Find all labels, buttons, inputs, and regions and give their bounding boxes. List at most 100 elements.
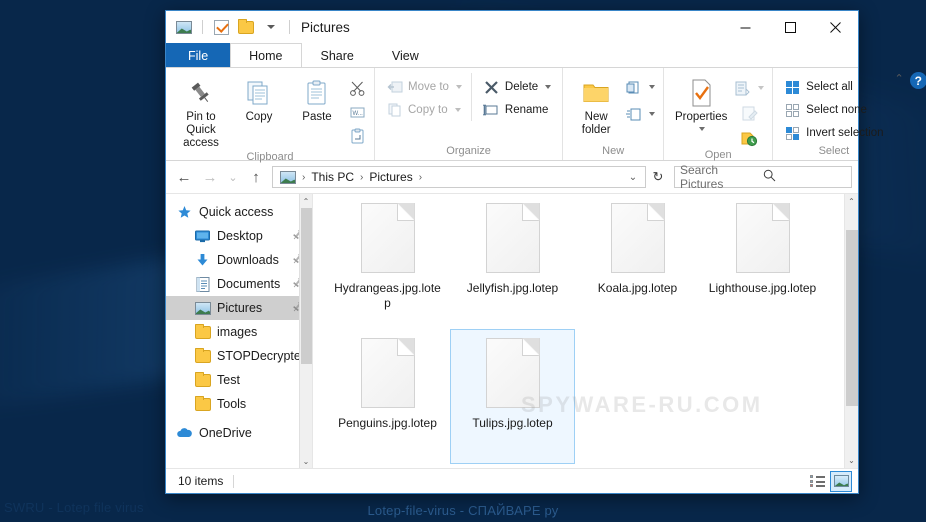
paste-shortcut-icon[interactable] [346,125,368,147]
nav-item-stopdecrypter[interactable]: STOPDecrypter [166,344,312,368]
paste-button[interactable]: Paste [288,73,346,124]
new-folder-button[interactable]: New folder [569,73,623,137]
back-button[interactable]: ← [172,165,196,189]
rename-button[interactable]: Rename [478,99,556,121]
help-icon[interactable]: ? [909,72,926,89]
invert-selection-button[interactable]: Invert selection [779,122,888,144]
invert-selection-icon [784,125,801,142]
nav-item-label: Documents [217,277,281,291]
history-icon[interactable] [738,127,760,149]
chevron-down-icon[interactable] [649,112,656,116]
scroll-down-icon[interactable]: ⌄ [300,454,312,468]
new-folder-icon [581,77,611,109]
nav-item-desktop[interactable]: Desktop [166,224,312,248]
nav-item-test[interactable]: Test [166,368,312,392]
details-view-button[interactable] [806,471,828,492]
tab-file[interactable]: File [166,43,231,67]
nav-item-tools[interactable]: Tools [166,392,312,416]
collapse-ribbon-icon[interactable]: ⌃ [895,72,904,85]
file-tile[interactable]: Penguins.jpg.lotep [325,329,450,464]
navigation-scrollbar[interactable]: ⌃ ⌄ [299,194,312,468]
copy-path-icon[interactable]: W... [346,101,368,123]
recent-locations-button[interactable]: ⌄ [224,165,242,189]
organize-column-1: Move to Copy to [381,73,467,121]
chevron-down-icon[interactable] [699,127,706,132]
nav-item-label: Pictures [217,301,263,315]
chevron-down-icon[interactable] [649,85,656,89]
copy-to-button[interactable]: Copy to [381,99,467,121]
pictures-icon[interactable] [174,17,194,37]
tab-share[interactable]: Share [302,43,373,67]
tab-home[interactable]: Home [230,43,302,67]
ribbon-tabs: File Home Share View [166,43,858,68]
delete-button[interactable]: Delete [478,76,556,98]
select-all-icon [784,79,801,96]
file-tile[interactable]: Koala.jpg.lotep [575,194,700,329]
breadcrumb-item-pictures[interactable]: Pictures [366,170,415,184]
forward-button[interactable]: → [198,165,222,189]
quick-access-toolbar [166,17,293,37]
up-button[interactable]: ↑ [244,165,268,189]
breadcrumb-item-this-pc[interactable]: This PC [308,170,357,184]
easy-access-button[interactable] [623,103,657,125]
scrollbar-thumb[interactable] [301,208,312,364]
checkmark-icon[interactable] [211,17,231,37]
nav-item-label: OneDrive [199,426,252,440]
item-count-label: 10 items [178,474,224,488]
nav-item-quick-access[interactable]: Quick access [166,200,312,224]
ribbon-group-label-clipboard: Clipboard [246,150,294,163]
scroll-up-icon[interactable]: ⌃ [845,194,858,209]
delete-x-icon [483,79,500,96]
chevron-down-icon[interactable] [454,108,461,112]
search-icon[interactable] [763,169,846,185]
new-item-button[interactable] [623,76,657,98]
file-list-pane[interactable]: Hydrangeas.jpg.lotep Jellyfish.jpg.lotep… [313,194,858,468]
chevron-down-icon[interactable] [758,86,765,90]
search-placeholder: Search Pictures [680,163,724,191]
scroll-down-icon[interactable]: ⌄ [845,453,858,468]
file-list-scrollbar[interactable]: ⌃ ⌄ [844,194,858,468]
select-none-button[interactable]: Select none [779,99,888,121]
file-tile[interactable]: Lighthouse.jpg.lotep [700,194,825,329]
documents-icon [194,276,211,292]
open-button[interactable] [732,77,766,99]
organize-column-2: Delete Rename [470,73,556,121]
close-button[interactable] [813,11,858,43]
minimize-button[interactable] [723,11,768,43]
navigation-pane: Quick access Desktop Downloads Documents… [166,194,313,468]
maximize-button[interactable] [768,11,813,43]
open-icon [734,80,751,97]
nav-item-pictures[interactable]: Pictures [166,296,312,320]
refresh-button[interactable]: ↻ [648,166,668,188]
search-input[interactable]: Search Pictures [674,163,852,191]
scroll-up-icon[interactable]: ⌃ [300,194,312,208]
divider [233,474,235,488]
move-to-button[interactable]: Move to [381,76,467,98]
nav-item-downloads[interactable]: Downloads [166,248,312,272]
nav-item-images[interactable]: images [166,320,312,344]
properties-button[interactable]: Properties [670,73,732,132]
file-name-label: Koala.jpg.lotep [597,281,678,295]
folder-icon[interactable] [236,17,256,37]
ribbon: Pin to Quick access Copy Paste W... Clip… [166,68,926,163]
file-tile-selected[interactable]: Tulips.jpg.lotep [450,329,575,464]
cut-scissors-icon[interactable] [346,77,368,99]
chevron-down-icon[interactable] [545,85,552,89]
select-all-button[interactable]: Select all [779,76,888,98]
chevron-down-icon[interactable] [455,85,462,89]
large-icons-view-button[interactable] [830,470,852,492]
nav-item-documents[interactable]: Documents [166,272,312,296]
file-tile[interactable]: Jellyfish.jpg.lotep [450,194,575,329]
nav-item-onedrive[interactable]: OneDrive [166,421,312,445]
breadcrumb[interactable]: › This PC › Pictures › ⌄ [272,166,646,188]
address-dropdown-icon[interactable]: ⌄ [625,172,641,183]
file-tile[interactable]: Hydrangeas.jpg.lotep [325,194,450,329]
copy-button[interactable]: Copy [230,73,288,124]
chevron-down-icon[interactable] [261,17,281,37]
edit-icon[interactable] [738,102,760,124]
pin-to-quick-access-button[interactable]: Pin to Quick access [172,73,230,151]
copy-icon [245,77,273,109]
scrollbar-thumb[interactable] [846,230,858,406]
file-icon [735,203,790,273]
tab-view[interactable]: View [373,43,438,67]
